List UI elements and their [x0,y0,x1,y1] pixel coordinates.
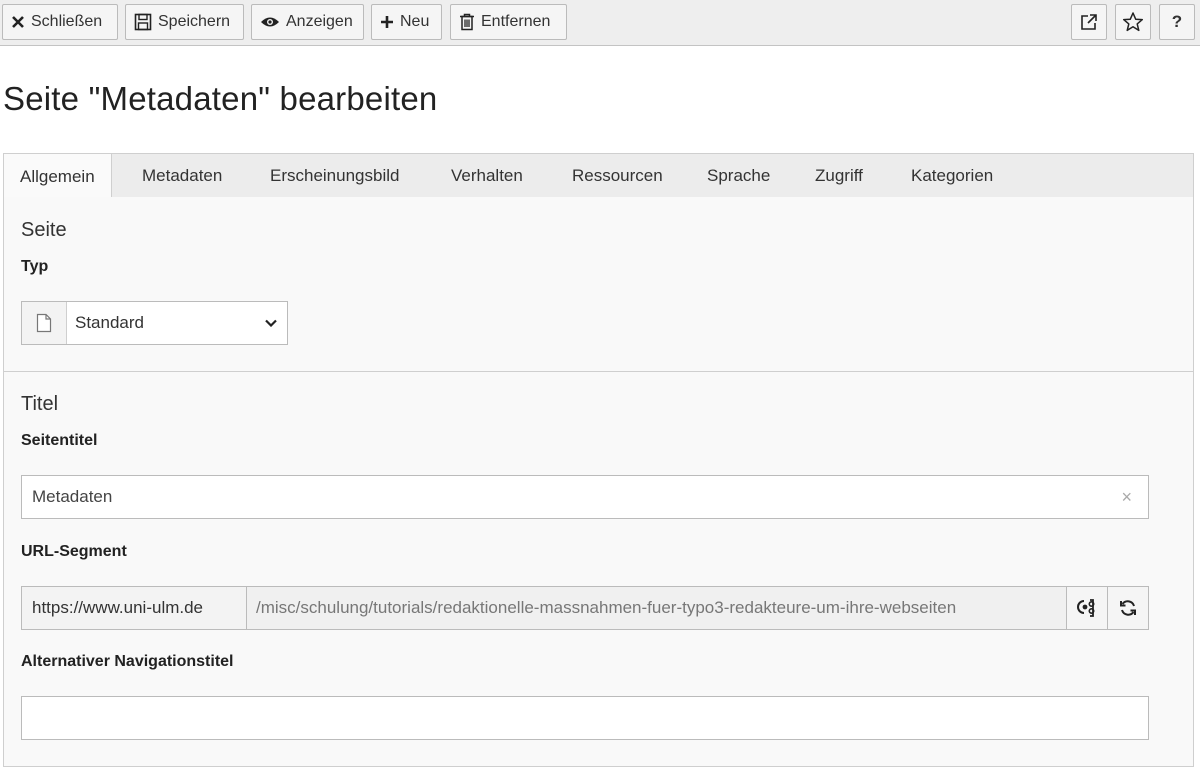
toggle-edit-slug-button[interactable] [1066,587,1107,629]
url-prefix: https://www.uni-ulm.de [22,587,247,629]
plus-icon [381,16,393,28]
page-type-icon-box [22,302,67,344]
tab-metadaten[interactable]: Metadaten [142,154,222,198]
page-title-input[interactable]: Metadaten × [21,475,1149,519]
tab-ressourcen[interactable]: Ressourcen [572,154,663,198]
tab-verhalten[interactable]: Verhalten [451,154,523,198]
eye-icon [261,17,279,27]
new-button-label: Neu [400,13,430,30]
tab-label: Sprache [707,166,771,185]
page-type-value[interactable]: Standard [67,302,287,344]
section-divider [4,371,1193,372]
trash-icon [460,13,474,31]
tab-bar: Allgemein Metadaten Erscheinungsbild Ver… [3,153,1194,199]
view-button-label: Anzeigen [286,13,353,30]
close-button-label: Schließen [31,13,103,30]
slug-edit-icon [1077,599,1095,617]
tab-label: Allgemein [20,166,95,186]
clear-input-icon[interactable]: × [1121,487,1132,508]
save-button[interactable]: Speichern [125,4,244,40]
close-button[interactable]: Schließen [2,4,118,40]
toolbar: Schließen Speichern Anzeigen Neu Entfern… [0,0,1200,46]
section-title-seite: Seite [21,219,67,241]
type-label: Typ [21,258,49,275]
url-segment-label: URL-Segment [21,543,127,560]
tab-label: Metadaten [142,166,223,185]
refresh-icon [1120,600,1136,616]
tab-label: Ressourcen [572,166,663,185]
tab-label: Kategorien [911,166,994,185]
page-document-icon [36,313,52,333]
save-button-label: Speichern [158,13,231,30]
tab-label: Zugriff [815,166,863,185]
recalculate-slug-button[interactable] [1107,587,1148,629]
open-in-new-window-button[interactable] [1071,4,1107,40]
tab-label: Verhalten [451,166,523,185]
nav-title-label: Alternativer Navigationstitel [21,653,234,670]
section-title-titel: Titel [21,393,59,415]
external-link-icon [1081,14,1097,30]
help-icon: ? [1171,12,1183,31]
page-title-label: Seitentitel [21,432,98,449]
tab-kategorien[interactable]: Kategorien [911,154,993,198]
page-title-input-value: Metadaten [32,487,113,506]
delete-button[interactable]: Entfernen [450,4,567,40]
save-icon [134,13,152,31]
bookmark-button[interactable] [1115,4,1151,40]
tab-label: Erscheinungsbild [270,166,400,185]
tab-zugriff[interactable]: Zugriff [815,154,863,198]
page-title: Seite "Metadaten" bearbeiten [3,80,438,117]
chevron-down-icon [265,319,277,327]
tab-allgemein[interactable]: Allgemein [4,154,112,199]
new-button[interactable]: Neu [371,4,442,40]
page-type-select[interactable]: Standard [21,301,288,345]
tab-erscheinungsbild[interactable]: Erscheinungsbild [270,154,399,198]
tab-sprache[interactable]: Sprache [707,154,770,198]
page-type-selected: Standard [75,313,144,332]
tab-panel-allgemein: Seite Typ Standard Titel Seitentitel Met… [3,197,1194,767]
url-segment-input[interactable]: /misc/schulung/tutorials/redaktionelle-m… [247,587,1066,629]
delete-button-label: Entfernen [481,13,551,30]
view-button[interactable]: Anzeigen [251,4,364,40]
star-icon [1122,12,1144,32]
close-icon [12,16,24,28]
help-button[interactable]: ? [1159,4,1195,40]
url-segment-group: https://www.uni-ulm.de /misc/schulung/tu… [21,586,1149,630]
nav-title-input[interactable] [21,696,1149,740]
